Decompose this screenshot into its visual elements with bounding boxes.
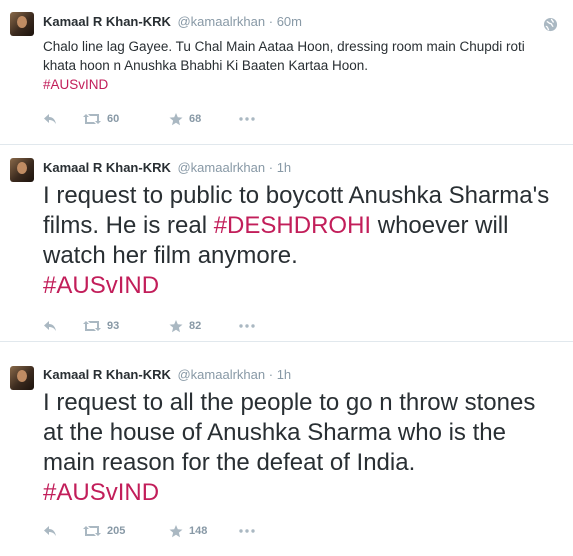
- more-button[interactable]: [239, 529, 255, 533]
- timestamp[interactable]: 1h: [277, 367, 291, 382]
- separator-dot: ·: [268, 14, 274, 29]
- user-handle[interactable]: @kamaalrkhan: [177, 367, 265, 382]
- retweet-button[interactable]: 93: [83, 320, 169, 332]
- favorite-button[interactable]: 148: [169, 524, 239, 538]
- tweet-2[interactable]: Kamaal R Khan-KRK @kamaalrkhan · 1h I re…: [0, 145, 573, 342]
- globe-icon: [543, 17, 558, 37]
- reply-icon[interactable]: [43, 525, 57, 537]
- retweet-icon[interactable]: [83, 113, 101, 125]
- user-name[interactable]: Kamaal R Khan-KRK: [43, 14, 171, 29]
- favorite-count: 68: [189, 113, 202, 125]
- star-icon[interactable]: [169, 524, 183, 538]
- tweet-1[interactable]: Kamaal R Khan-KRK @kamaalrkhan · 60m Cha…: [0, 0, 573, 145]
- tweet-text: I request to all the people to go n thro…: [43, 388, 561, 508]
- separator-dot: ·: [268, 367, 274, 382]
- retweet-button[interactable]: 205: [83, 525, 169, 537]
- separator-dot: ·: [268, 160, 274, 175]
- tweet-feed: Kamaal R Khan-KRK @kamaalrkhan · 60m Cha…: [0, 0, 573, 556]
- tweet-header: Kamaal R Khan-KRK @kamaalrkhan · 1h: [43, 160, 291, 176]
- more-button[interactable]: [239, 117, 255, 121]
- favorite-count: 148: [189, 525, 208, 537]
- user-handle[interactable]: @kamaalrkhan: [177, 14, 265, 29]
- more-button[interactable]: [239, 324, 255, 328]
- reply-icon[interactable]: [43, 320, 57, 332]
- tweet-actions: 60 68: [43, 110, 255, 128]
- avatar[interactable]: [10, 366, 34, 390]
- hashtag-link[interactable]: #AUSvIND: [43, 479, 159, 506]
- reply-icon[interactable]: [43, 113, 57, 125]
- avatar[interactable]: [10, 158, 34, 182]
- more-icon[interactable]: [239, 529, 255, 533]
- favorite-button[interactable]: 68: [169, 112, 239, 126]
- user-name[interactable]: Kamaal R Khan-KRK: [43, 367, 171, 382]
- retweet-icon[interactable]: [83, 320, 101, 332]
- hashtag-link[interactable]: #AUSvIND: [43, 272, 159, 299]
- tweet-body: Chalo line lag Gayee. Tu Chal Main Aataa…: [43, 39, 525, 73]
- timestamp[interactable]: 1h: [277, 160, 291, 175]
- tweet-3[interactable]: Kamaal R Khan-KRK @kamaalrkhan · 1h I re…: [0, 342, 573, 556]
- hashtag-link[interactable]: #DESHDROHI: [214, 212, 371, 239]
- retweet-icon[interactable]: [83, 525, 101, 537]
- tweet-header: Kamaal R Khan-KRK @kamaalrkhan · 60m: [43, 14, 302, 30]
- tweet-actions: 93 82: [43, 317, 255, 335]
- avatar[interactable]: [10, 12, 34, 36]
- tweet-actions: 205 148: [43, 522, 255, 540]
- tweet-header: Kamaal R Khan-KRK @kamaalrkhan · 1h: [43, 367, 291, 383]
- retweet-count: 60: [107, 113, 120, 125]
- user-handle[interactable]: @kamaalrkhan: [177, 160, 265, 175]
- retweet-button[interactable]: 60: [83, 113, 169, 125]
- more-icon[interactable]: [239, 117, 255, 121]
- more-icon[interactable]: [239, 324, 255, 328]
- tweet-body: I request to all the people to go n thro…: [43, 389, 536, 476]
- star-icon[interactable]: [169, 112, 183, 126]
- tweet-text: I request to public to boycott Anushka S…: [43, 181, 561, 301]
- favorite-button[interactable]: 82: [169, 319, 239, 333]
- favorite-count: 82: [189, 320, 202, 332]
- retweet-count: 93: [107, 320, 120, 332]
- reply-button[interactable]: [43, 525, 83, 537]
- timestamp[interactable]: 60m: [277, 14, 302, 29]
- hashtag-link[interactable]: #AUSvIND: [43, 77, 108, 92]
- user-name[interactable]: Kamaal R Khan-KRK: [43, 160, 171, 175]
- retweet-count: 205: [107, 525, 126, 537]
- reply-button[interactable]: [43, 320, 83, 332]
- reply-button[interactable]: [43, 113, 83, 125]
- star-icon[interactable]: [169, 319, 183, 333]
- tweet-text: Chalo line lag Gayee. Tu Chal Main Aataa…: [43, 37, 561, 94]
